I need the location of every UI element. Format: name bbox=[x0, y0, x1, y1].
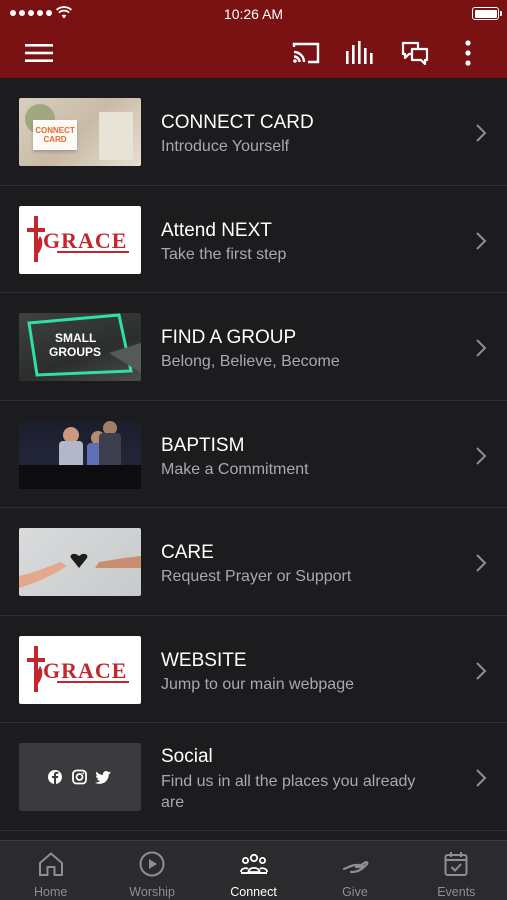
item-title: WEBSITE bbox=[161, 649, 247, 671]
item-title: Attend NEXT bbox=[161, 219, 272, 241]
connect-card-thumb-text: CONNECT CARD bbox=[35, 126, 75, 144]
item-subtitle: Belong, Believe, Become bbox=[161, 353, 340, 370]
small-groups-text-1: SMALL bbox=[55, 331, 97, 345]
chevron-right-icon bbox=[476, 769, 487, 787]
care-hands-thumbnail bbox=[19, 528, 141, 596]
item-title: BAPTISM bbox=[161, 434, 245, 456]
instagram-icon bbox=[72, 769, 87, 785]
audio-bars-button[interactable] bbox=[345, 38, 375, 68]
status-time: 10:26 AM bbox=[223, 6, 284, 22]
chevron-right-icon bbox=[476, 446, 487, 465]
connect-list[interactable]: CONNECT CARD CONNECT CARD Introduce Your… bbox=[0, 78, 507, 840]
item-subtitle: Find us in all the places you already ar… bbox=[161, 773, 416, 811]
item-title: Social bbox=[161, 746, 213, 767]
grace-logo-thumbnail: GRACE bbox=[19, 205, 141, 274]
list-item-care[interactable]: CARE Request Prayer or Support bbox=[0, 508, 507, 616]
list-item-baptism[interactable]: BAPTISM Make a Commitment bbox=[0, 401, 507, 508]
status-bar: 10:26 AM bbox=[0, 0, 507, 28]
item-subtitle: Take the first step bbox=[161, 245, 287, 263]
list-item-website[interactable]: GRACE WEBSITE Jump to our main webpage bbox=[0, 616, 507, 723]
chat-button[interactable] bbox=[400, 38, 430, 68]
tab-label: Connect bbox=[230, 885, 277, 899]
tab-label: Home bbox=[34, 885, 68, 899]
give-hand-icon bbox=[342, 861, 369, 874]
list-item-connect-card[interactable]: CONNECT CARD CONNECT CARD Introduce Your… bbox=[0, 78, 507, 186]
tab-worship[interactable]: Worship bbox=[101, 841, 202, 900]
cast-button[interactable] bbox=[291, 38, 321, 68]
bottom-tab-bar: Home Worship Connect Give Events bbox=[0, 840, 507, 900]
item-subtitle: Jump to our main webpage bbox=[161, 675, 354, 693]
more-vertical-icon bbox=[465, 40, 471, 66]
calendar-icon bbox=[444, 852, 468, 876]
chevron-right-icon bbox=[476, 554, 487, 572]
chevron-right-icon bbox=[476, 124, 487, 142]
item-subtitle: Request Prayer or Support bbox=[161, 568, 352, 585]
cast-icon bbox=[292, 42, 320, 64]
item-subtitle: Introduce Yourself bbox=[161, 138, 290, 155]
social-thumbnail bbox=[19, 743, 141, 811]
battery-icon bbox=[472, 7, 502, 20]
chat-icon bbox=[401, 41, 429, 65]
list-item-social[interactable]: Social Find us in all the places you alr… bbox=[0, 723, 507, 831]
tab-label: Events bbox=[437, 885, 476, 899]
small-groups-thumbnail: SMALL GROUPS bbox=[19, 313, 141, 381]
more-button[interactable] bbox=[453, 38, 483, 68]
facebook-icon bbox=[48, 770, 62, 784]
list-item-attend-next[interactable]: GRACE Attend NEXT Take the first step bbox=[0, 186, 507, 293]
tab-events[interactable]: Events bbox=[406, 841, 507, 900]
tab-give[interactable]: Give bbox=[304, 841, 405, 900]
menu-icon bbox=[25, 44, 53, 62]
chevron-right-icon bbox=[476, 661, 487, 680]
small-groups-text-2: GROUPS bbox=[49, 345, 102, 359]
people-icon bbox=[239, 853, 268, 874]
bars-icon bbox=[346, 41, 373, 64]
item-title: CARE bbox=[161, 542, 214, 563]
chevron-right-icon bbox=[476, 231, 487, 250]
tab-label: Give bbox=[342, 885, 368, 899]
tab-connect[interactable]: Connect bbox=[203, 841, 304, 900]
item-subtitle: Make a Commitment bbox=[161, 460, 309, 478]
item-title: CONNECT CARD bbox=[161, 112, 314, 133]
menu-button[interactable] bbox=[24, 38, 54, 68]
home-icon bbox=[38, 852, 63, 876]
app-header bbox=[0, 28, 507, 78]
tab-home[interactable]: Home bbox=[0, 841, 101, 900]
item-title: FIND A GROUP bbox=[161, 327, 297, 348]
baptism-photo-thumbnail bbox=[19, 420, 141, 489]
grace-logo-thumbnail: GRACE bbox=[19, 635, 141, 704]
play-circle-icon bbox=[139, 851, 165, 877]
chevron-right-icon bbox=[476, 339, 487, 357]
list-item-find-a-group[interactable]: SMALL GROUPS FIND A GROUP Belong, Believ… bbox=[0, 293, 507, 401]
connect-card-thumbnail: CONNECT CARD bbox=[19, 98, 141, 166]
tab-label: Worship bbox=[129, 885, 175, 899]
twitter-icon bbox=[94, 771, 111, 784]
